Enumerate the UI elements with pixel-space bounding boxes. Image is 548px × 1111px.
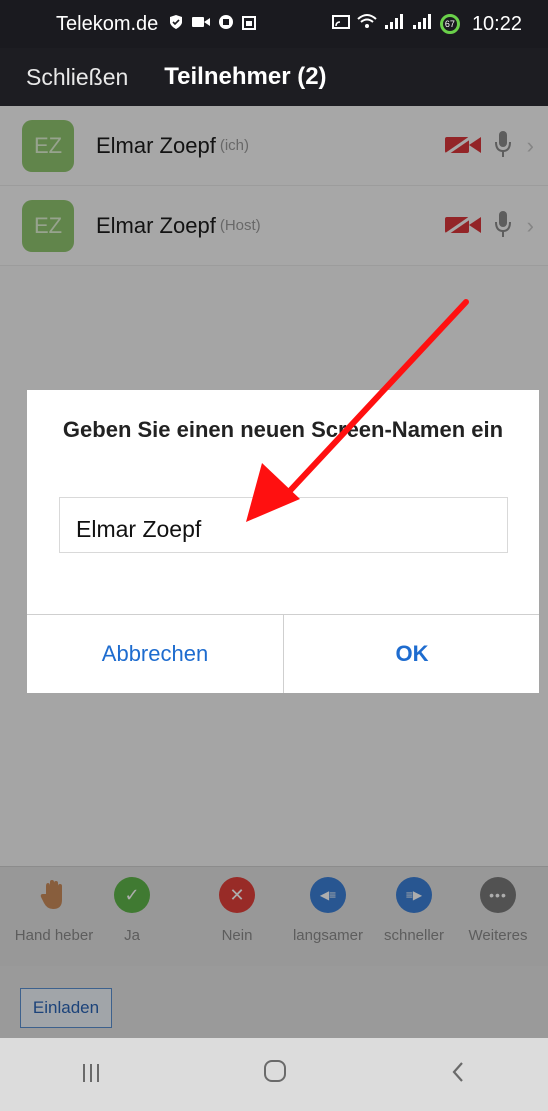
carrier-label: Telekom.de	[56, 12, 159, 35]
shield-icon	[168, 14, 184, 35]
video-icon	[192, 15, 211, 34]
home-icon[interactable]	[262, 1058, 288, 1091]
app-icon	[218, 14, 234, 35]
calendar-icon	[242, 14, 257, 35]
cancel-button[interactable]: Abbrechen	[27, 615, 283, 693]
header-bar: Schließen Teilnehmer (2)	[0, 48, 548, 106]
close-button[interactable]: Schließen	[26, 64, 128, 91]
page-title: Teilnehmer (2)	[164, 63, 327, 90]
ok-button[interactable]: OK	[284, 615, 540, 693]
system-nav-bar	[0, 1038, 548, 1111]
recents-icon[interactable]	[80, 1059, 102, 1091]
battery-icon: 67	[439, 14, 460, 34]
signal-roaming-icon	[412, 12, 434, 36]
wifi-icon	[356, 12, 378, 36]
status-bar: Telekom.de 67 10:22	[0, 0, 548, 48]
rename-dialog: Geben Sie einen neuen Screen-Namen ein E…	[27, 390, 539, 693]
cast-icon	[331, 13, 350, 36]
screen-name-input[interactable]: Elmar Zoepf	[59, 497, 508, 553]
dialog-title: Geben Sie einen neuen Screen-Namen ein	[62, 417, 504, 442]
signal-icon	[384, 12, 406, 36]
back-icon[interactable]	[448, 1059, 468, 1091]
clock: 10:22	[471, 12, 522, 35]
